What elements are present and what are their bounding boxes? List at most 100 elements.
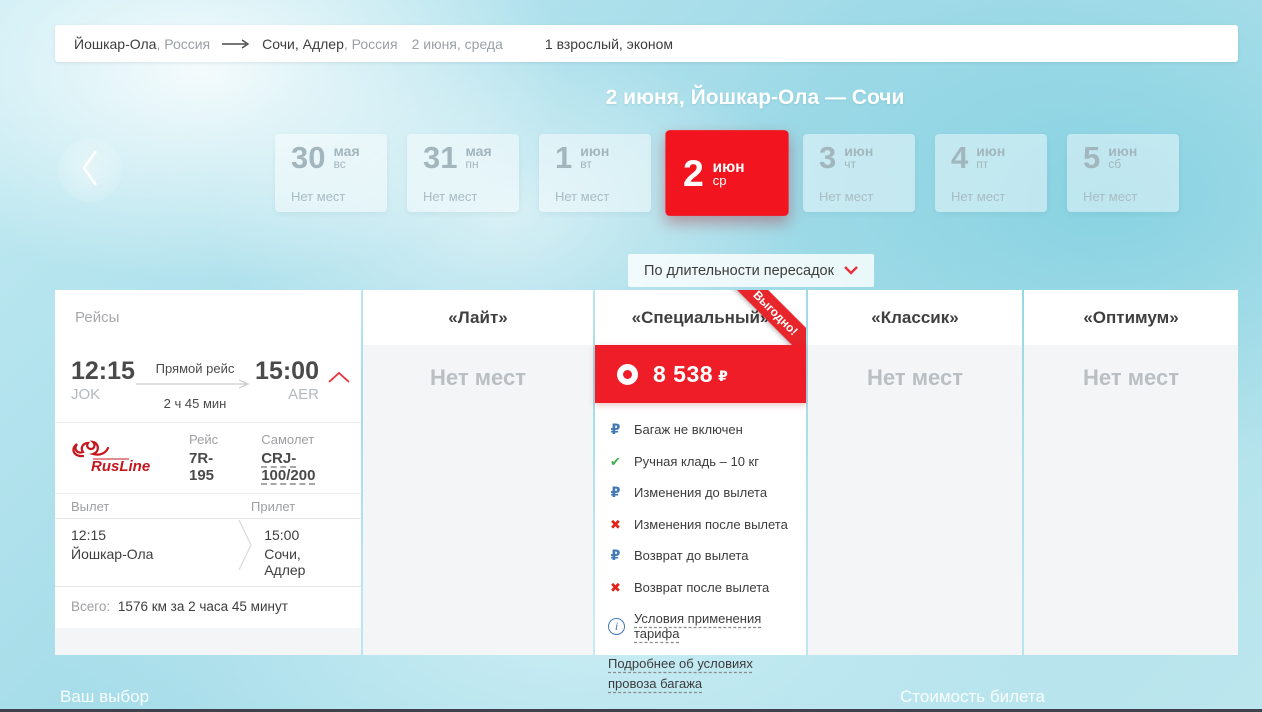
route-arrow-icon: [222, 39, 250, 49]
flight-type-block: Прямой рейс 2 ч 45 мин: [136, 358, 254, 411]
price-value: 8 538: [653, 361, 713, 388]
sort-dropdown-label: По длительности пересадок: [644, 263, 834, 279]
route-arrival-city: Сочи, Адлер: [264, 546, 345, 578]
route-origin[interactable]: Йошкар-Ола, Россия: [74, 36, 210, 52]
flight-card: 12:15 JOK Прямой рейс 2 ч 45 мин 15:00 A…: [55, 345, 361, 628]
departure-time: 12:15: [71, 358, 135, 384]
date-card-top: 30 маявс: [291, 143, 375, 173]
no-seats-text: Нет мест: [808, 345, 1022, 391]
fare-table: Рейсы «Лайт» «Специальный» Выгодно! «Кла…: [55, 290, 1238, 655]
search-passengers[interactable]: 1 взрослый, эконом: [545, 36, 673, 52]
column-header-lite: «Лайт»: [363, 290, 593, 345]
route-destination[interactable]: Сочи, Адлер, Россия: [262, 36, 397, 52]
flight-column-cell: 12:15 JOK Прямой рейс 2 ч 45 мин 15:00 A…: [55, 345, 361, 655]
cross-icon: [608, 517, 623, 532]
info-icon: i: [608, 618, 625, 635]
aircraft-link[interactable]: CRJ-100/200: [261, 450, 345, 484]
fare-condition-carryon: Ручная кладь – 10 кг: [608, 454, 806, 469]
baggage-conditions-link[interactable]: Подробнее об условиях провоза багажа: [608, 654, 793, 694]
route-details-row: 12:15 Йошкар-Ола 15:00 Сочи, Адлер: [55, 518, 361, 587]
date-card-top: 2 июнср: [683, 157, 775, 190]
flight-times-row: 12:15 JOK Прямой рейс 2 ч 45 мин 15:00 A…: [55, 345, 361, 422]
date-status: Нет мест: [555, 189, 639, 204]
flight-number-value: 7R-195: [189, 450, 235, 484]
check-icon: [608, 454, 623, 469]
date-status: Нет мест: [819, 189, 903, 204]
fare-cell-classic: Нет мест: [808, 345, 1022, 655]
departure-airport-code: JOK: [71, 386, 135, 403]
deal-ribbon-box: Выгодно!: [720, 290, 806, 345]
date-weekday: сб: [1108, 158, 1137, 171]
date-card-5-jun[interactable]: 5 июнсб Нет мест: [1067, 134, 1179, 212]
fare-conditions-list: Багаж не включен Ручная кладь – 10 кг Из…: [608, 422, 806, 595]
date-weekday: вс: [333, 158, 359, 171]
date-carousel: 30 маявс Нет мест 31 маяпн Нет мест 1 ию…: [275, 134, 1179, 212]
flight-type-label: Прямой рейс: [156, 361, 235, 376]
total-label: Всего:: [71, 599, 110, 614]
date-card-31-may[interactable]: 31 маяпн Нет мест: [407, 134, 519, 212]
date-weekday: пт: [976, 158, 1005, 171]
fare-condition-text: Изменения после вылета: [634, 517, 788, 532]
route-departure-time: 12:15: [71, 527, 220, 543]
route-arrival: 15:00 Сочи, Адлер: [236, 527, 361, 578]
price-select-button[interactable]: 8 538 ₽: [595, 345, 806, 403]
footer-ticket-price-label: Стоимость билета: [900, 687, 1045, 707]
collapse-chevron-up-icon[interactable]: [327, 371, 351, 389]
date-weekday: ср: [713, 174, 745, 188]
airline-name: RusLine: [91, 458, 150, 474]
route-departure: 12:15 Йошкар-Ола: [55, 527, 236, 578]
search-summary-bar: Йошкар-Ола, Россия Сочи, Адлер, Россия 2…: [55, 25, 1238, 62]
page-title: 2 июня, Йошкар-Ола — Сочи: [606, 86, 905, 110]
fare-condition-refund-after: Возврат после вылета: [608, 580, 806, 595]
date-card-4-jun[interactable]: 4 июнпт Нет мест: [935, 134, 1047, 212]
date-status: Нет мест: [1083, 189, 1167, 204]
date-day: 4: [951, 143, 968, 173]
chevron-down-icon: [844, 263, 858, 279]
arrival-label: Прилет: [251, 499, 295, 514]
date-card-30-may[interactable]: 30 маявс Нет мест: [275, 134, 387, 212]
date-day: 5: [1083, 143, 1100, 173]
date-card-top: 5 июнсб: [1083, 143, 1167, 173]
route-labels-row: Вылет Прилет: [55, 493, 361, 518]
date-day: 1: [555, 143, 572, 173]
total-value: 1576 км за 2 часа 45 минут: [118, 599, 288, 614]
date-weekday: чт: [844, 158, 873, 171]
flight-duration: 2 ч 45 мин: [164, 396, 227, 411]
date-day: 30: [291, 143, 325, 173]
tariff-conditions-link[interactable]: Условия применения тарифа: [634, 611, 806, 641]
carousel-prev-button[interactable]: [58, 138, 122, 202]
date-weekday: вт: [580, 158, 609, 171]
aircraft-label: Самолет: [261, 432, 345, 447]
destination-country: , Россия: [344, 36, 398, 52]
sort-dropdown[interactable]: По длительности пересадок: [628, 254, 874, 287]
origin-city: Йошкар-Ола: [74, 36, 156, 52]
date-card-3-jun[interactable]: 3 июнчт Нет мест: [803, 134, 915, 212]
fare-cell-lite: Нет мест: [363, 345, 593, 655]
fare-condition-refund-before: Возврат до вылета: [608, 548, 806, 563]
date-status: Нет мест: [291, 189, 375, 204]
fare-condition-text: Багаж не включен: [634, 422, 743, 437]
aircraft-block: Самолет CRJ-100/200: [261, 432, 345, 484]
date-card-2-jun-selected[interactable]: 2 июнср: [665, 130, 788, 216]
date-card-top: 4 июнпт: [951, 143, 1035, 173]
date-status: Нет мест: [423, 189, 507, 204]
date-card-1-jun[interactable]: 1 июнвт Нет мест: [539, 134, 651, 212]
date-card-top: 3 июнчт: [819, 143, 903, 173]
date-status: Нет мест: [951, 189, 1035, 204]
ruble-icon: [608, 548, 623, 563]
search-date[interactable]: 2 июня, среда: [412, 36, 503, 52]
arrival-airport-code: AER: [255, 386, 319, 403]
route-departure-city: Йошкар-Ола: [71, 546, 220, 562]
origin-country: , Россия: [156, 36, 210, 52]
fare-condition-text: Изменения до вылета: [634, 485, 767, 500]
flight-number-block: Рейс 7R-195: [189, 432, 235, 484]
fare-cell-optimum: Нет мест: [1024, 345, 1238, 655]
departure-label: Вылет: [71, 499, 251, 514]
route-chevron-icon: [238, 519, 254, 586]
fare-condition-change-before: Изменения до вылета: [608, 485, 806, 500]
flight-arrow-icon: [136, 376, 254, 394]
flight-airline-row: RusLine Рейс 7R-195 Самолет CRJ-100/200: [55, 422, 361, 493]
fare-condition-change-after: Изменения после вылета: [608, 517, 806, 532]
column-header-classic: «Классик»: [808, 290, 1022, 345]
date-month: июн: [713, 159, 745, 173]
